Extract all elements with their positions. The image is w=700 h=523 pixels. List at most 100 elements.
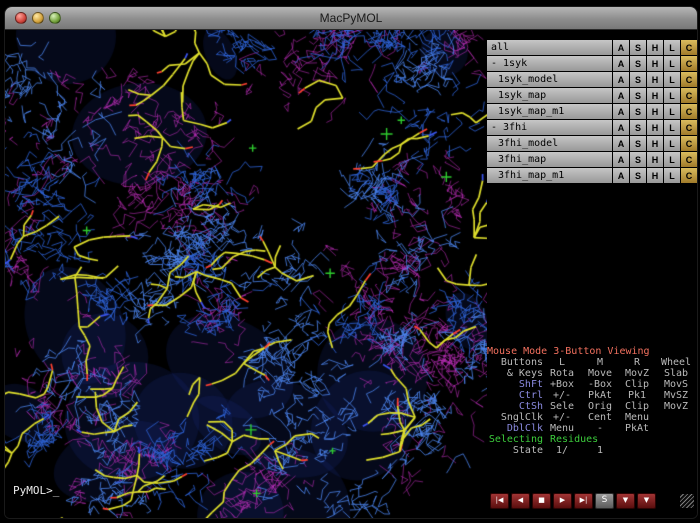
minimize-button[interactable] bbox=[32, 12, 44, 24]
show-button[interactable]: S bbox=[630, 168, 646, 183]
object-name-button[interactable]: all bbox=[487, 40, 612, 55]
show-button[interactable]: S bbox=[630, 136, 646, 151]
color-button[interactable]: C bbox=[681, 168, 697, 183]
mouse-grid-cell: Sele bbox=[543, 401, 581, 412]
mouse-grid-cell: MvSZ bbox=[655, 390, 697, 401]
label-button[interactable]: L bbox=[664, 136, 680, 151]
object-name-button[interactable]: 3fhi_map_m1 bbox=[487, 168, 612, 183]
object-name-button[interactable]: 1syk_model bbox=[487, 72, 612, 87]
show-button[interactable]: S bbox=[630, 104, 646, 119]
mouse-grid-cell: MovZ bbox=[655, 401, 697, 412]
macpymol-window: MacPyMOL PyMOL>_ all A S H L C - 1syk A bbox=[4, 6, 698, 519]
mouse-grid-cell: -Box bbox=[581, 379, 619, 390]
object-name-button[interactable]: 3fhi_map bbox=[487, 152, 612, 167]
hide-button[interactable]: H bbox=[647, 56, 663, 71]
object-row-3fhi-group: - 3fhi A S H L C bbox=[487, 120, 697, 135]
show-button[interactable]: S bbox=[630, 72, 646, 87]
molecular-viewport[interactable] bbox=[5, 30, 487, 518]
label-button[interactable]: L bbox=[664, 56, 680, 71]
show-button[interactable]: S bbox=[630, 88, 646, 103]
action-button[interactable]: A bbox=[613, 40, 629, 55]
action-button[interactable]: A bbox=[613, 168, 629, 183]
action-button[interactable]: A bbox=[613, 120, 629, 135]
object-row-1syk-map: 1syk_map A S H L C bbox=[487, 88, 697, 103]
command-prompt[interactable]: PyMOL>_ bbox=[13, 484, 59, 497]
show-button[interactable]: S bbox=[630, 56, 646, 71]
color-button[interactable]: C bbox=[681, 72, 697, 87]
label-button[interactable]: L bbox=[664, 40, 680, 55]
label-button[interactable]: L bbox=[664, 120, 680, 135]
mouse-mode-panel: Mouse Mode 3-Button Viewing Buttons L M … bbox=[487, 346, 697, 456]
color-button[interactable]: C bbox=[681, 104, 697, 119]
mouse-grid-cell: +/- bbox=[543, 390, 581, 401]
mouse-grid-row: ShFt +Box -Box Clip MovS bbox=[487, 379, 697, 390]
hide-button[interactable]: H bbox=[647, 136, 663, 151]
state-label: State bbox=[487, 445, 543, 456]
hide-button[interactable]: H bbox=[647, 152, 663, 167]
label-button[interactable]: L bbox=[664, 152, 680, 167]
mouse-grid-cell: PkAt bbox=[581, 390, 619, 401]
label-button[interactable]: L bbox=[664, 104, 680, 119]
action-button[interactable]: A bbox=[613, 152, 629, 167]
play-button[interactable]: ▶ bbox=[553, 493, 572, 509]
mouse-grid-cell: Pk1 bbox=[619, 390, 655, 401]
main-content: PyMOL>_ all A S H L C - 1syk A S H L bbox=[5, 30, 697, 518]
hide-button[interactable]: H bbox=[647, 88, 663, 103]
color-button[interactable]: C bbox=[681, 120, 697, 135]
selecting-row: Selecting Residues bbox=[487, 434, 697, 445]
stop-button[interactable]: ■ bbox=[532, 493, 551, 509]
action-button[interactable]: A bbox=[613, 104, 629, 119]
object-name-button[interactable]: 1syk_map bbox=[487, 88, 612, 103]
object-row-1syk-group: - 1syk A S H L C bbox=[487, 56, 697, 71]
zoom-button[interactable] bbox=[49, 12, 61, 24]
hide-button[interactable]: H bbox=[647, 40, 663, 55]
scene-button[interactable]: S bbox=[595, 493, 614, 509]
mouse-grid-cell: Clip bbox=[619, 401, 655, 412]
color-button[interactable]: C bbox=[681, 40, 697, 55]
label-button[interactable]: L bbox=[664, 88, 680, 103]
control-panel: all A S H L C - 1syk A S H L C 1syk_mode… bbox=[487, 30, 697, 518]
color-button[interactable]: C bbox=[681, 56, 697, 71]
mouse-grid-row: CtSh Sele Orig Clip MovZ bbox=[487, 401, 697, 412]
menu-triangle-left-button[interactable]: ▼ bbox=[616, 493, 635, 509]
hide-button[interactable]: H bbox=[647, 72, 663, 87]
step-back-button[interactable]: ◀ bbox=[511, 493, 530, 509]
resize-grip[interactable] bbox=[680, 494, 694, 508]
state-total: 1 bbox=[581, 445, 619, 456]
show-button[interactable]: S bbox=[630, 40, 646, 55]
action-button[interactable]: A bbox=[613, 88, 629, 103]
close-button[interactable] bbox=[15, 12, 27, 24]
mouse-grid-cell bbox=[655, 423, 697, 434]
mouse-grid-cell: Menu bbox=[543, 423, 581, 434]
fast-forward-button[interactable]: ▶| bbox=[574, 493, 593, 509]
action-button[interactable]: A bbox=[613, 56, 629, 71]
hide-button[interactable]: H bbox=[647, 104, 663, 119]
rewind-button[interactable]: |◀ bbox=[490, 493, 509, 509]
selecting-value[interactable]: Residues bbox=[543, 434, 697, 445]
object-row-3fhi-map-m1: 3fhi_map_m1 A S H L C bbox=[487, 168, 697, 183]
object-name-button[interactable]: - 3fhi bbox=[487, 120, 612, 135]
mouse-grid-key: DblClk bbox=[487, 423, 543, 434]
show-button[interactable]: S bbox=[630, 120, 646, 135]
action-button[interactable]: A bbox=[613, 136, 629, 151]
mouse-grid-cell: Slab bbox=[655, 368, 697, 379]
mouse-grid-cell: Move bbox=[581, 368, 619, 379]
label-button[interactable]: L bbox=[664, 72, 680, 87]
object-name-button[interactable]: - 1syk bbox=[487, 56, 612, 71]
label-button[interactable]: L bbox=[664, 168, 680, 183]
mouse-mode-header: Mouse Mode 3-Button Viewing bbox=[487, 346, 697, 357]
object-name-button[interactable]: 3fhi_model bbox=[487, 136, 612, 151]
color-button[interactable]: C bbox=[681, 88, 697, 103]
color-button[interactable]: C bbox=[681, 136, 697, 151]
show-button[interactable]: S bbox=[630, 152, 646, 167]
mouse-grid-cell: +Box bbox=[543, 379, 581, 390]
window-controls bbox=[15, 12, 61, 24]
hide-button[interactable]: H bbox=[647, 120, 663, 135]
mouse-grid-cell: Rota bbox=[543, 368, 581, 379]
menu-triangle-right-button[interactable]: ▼ bbox=[637, 493, 656, 509]
color-button[interactable]: C bbox=[681, 152, 697, 167]
action-button[interactable]: A bbox=[613, 72, 629, 87]
hide-button[interactable]: H bbox=[647, 168, 663, 183]
object-list: all A S H L C - 1syk A S H L C 1syk_mode… bbox=[487, 40, 697, 184]
object-name-button[interactable]: 1syk_map_m1 bbox=[487, 104, 612, 119]
